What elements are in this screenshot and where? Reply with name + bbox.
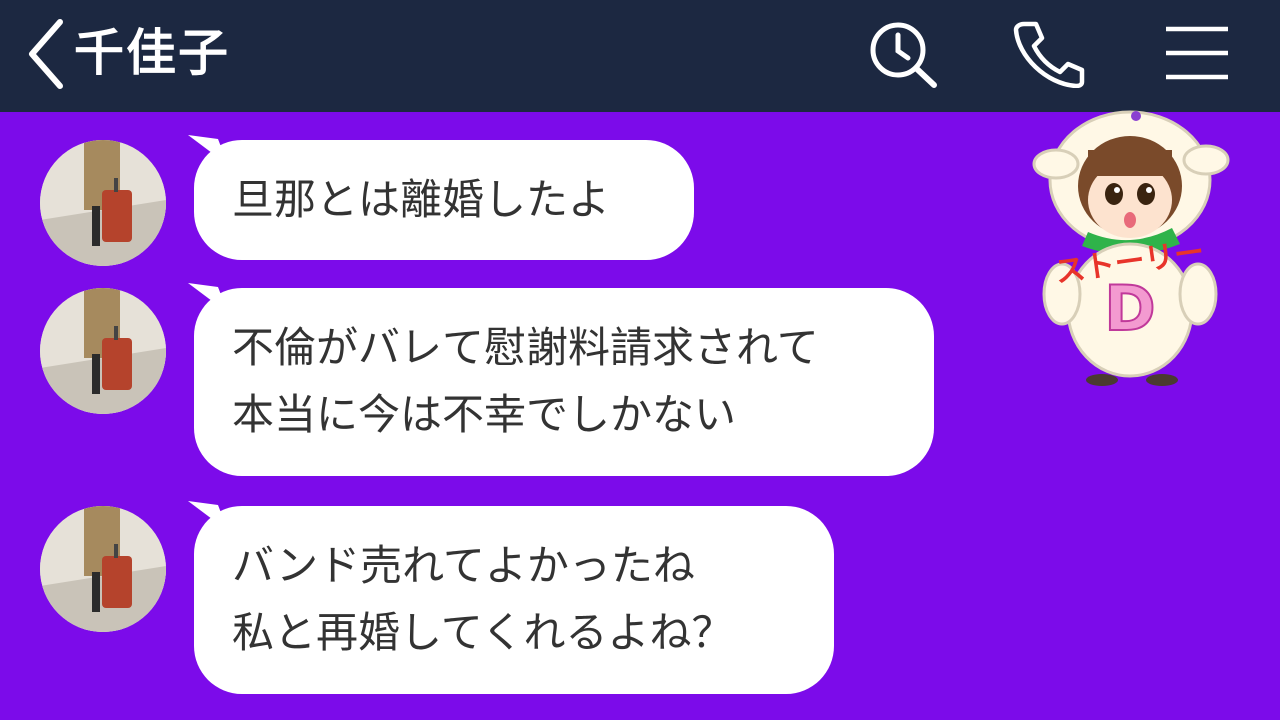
bubble-tail [188,283,228,313]
mascot-letter: D [1104,272,1155,345]
message-bubble: 不倫がバレて慰謝料請求されて 本当に今は不幸でしかない [188,283,934,476]
message-line: 私と再婚してくれるよね？ [232,608,734,657]
message-line: 不倫がバレて慰謝料請求されて [232,323,819,372]
avatar[interactable] [40,288,166,414]
avatar-image [40,288,166,414]
mascot-character: ストーリー D [1032,110,1230,386]
message-line: 本当に今は不幸でしかない [232,390,737,439]
chat-title: 千佳子 [74,24,230,82]
phone-icon[interactable] [1010,18,1086,88]
message-bubble: バンド売れてよかったね 私と再婚してくれるよね？ [188,501,834,694]
bubble-tail [188,135,228,165]
avatar[interactable] [40,140,166,266]
message-bubble: 旦那とは離婚したよ [188,135,694,260]
bubble-tail [188,501,228,531]
message-line: 旦那とは離婚したよ [232,175,611,224]
message-line: バンド売れてよかったね [232,541,695,590]
menu-icon[interactable] [1164,24,1230,82]
search-history-icon[interactable] [866,20,940,90]
avatar-image [40,140,166,266]
avatar[interactable] [40,506,166,632]
avatar-image [40,506,166,632]
back-chevron-icon[interactable] [22,16,70,92]
chat-header: 千佳子 [0,0,1280,112]
